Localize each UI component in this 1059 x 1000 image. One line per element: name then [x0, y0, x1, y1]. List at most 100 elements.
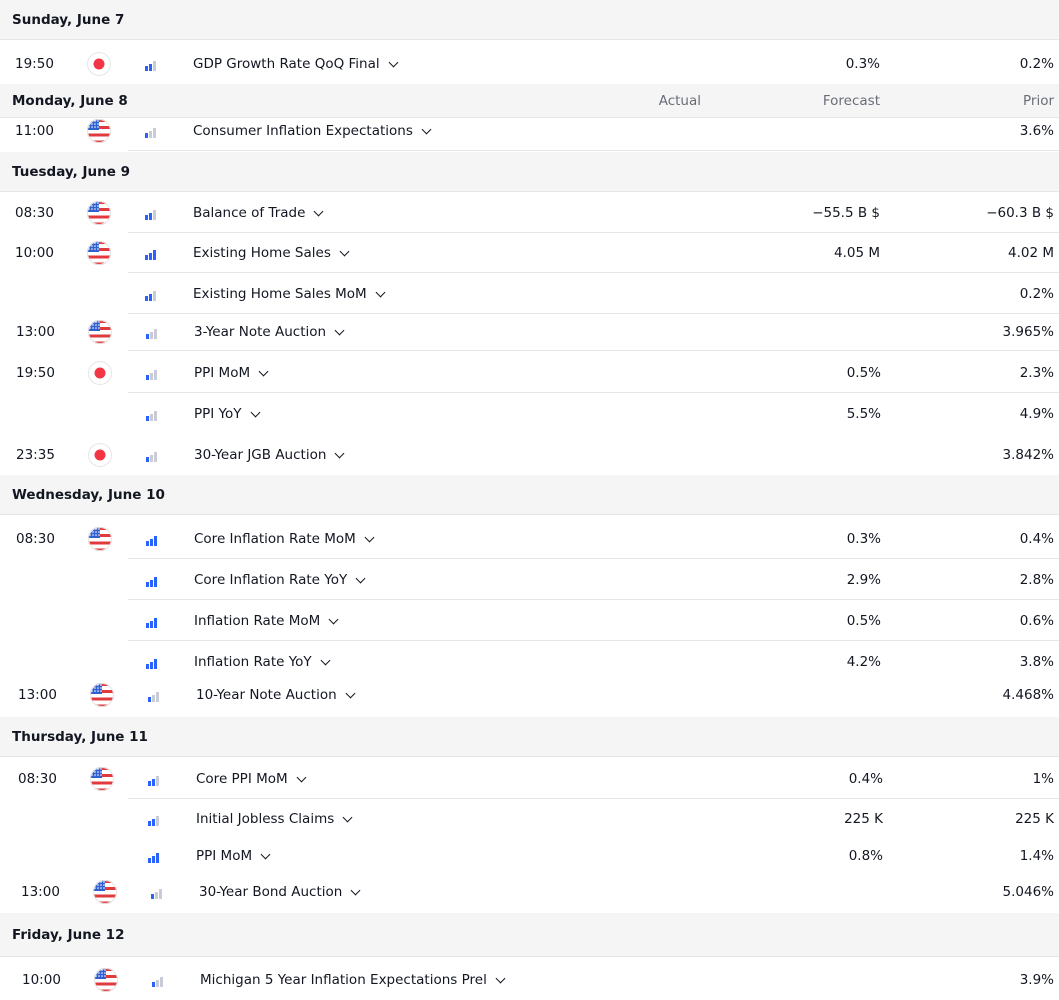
event-row[interactable]: Initial Jobless Claims 225 K 225 K	[0, 799, 1059, 839]
importance-bar	[154, 411, 157, 421]
event-name[interactable]: Balance of Trade	[193, 205, 324, 221]
event-name[interactable]: Inflation Rate YoY	[194, 654, 331, 670]
event-row[interactable]: 08:30 Balance of Trade −55.5 B $ −60.3 B $	[0, 193, 1059, 233]
event-name-label: Existing Home Sales MoM	[193, 286, 367, 302]
importance-bar	[156, 816, 159, 826]
chevron-down-icon[interactable]	[375, 287, 386, 297]
event-prior: 3.6%	[1019, 123, 1054, 139]
chevron-down-icon[interactable]	[421, 124, 432, 134]
event-row[interactable]: 19:50 GDP Growth Rate QoQ Final 0.3% 0.2%	[0, 44, 1059, 84]
importance-icon	[148, 851, 160, 863]
event-row[interactable]: 19:50 PPI MoM 0.5% 2.3%	[0, 353, 1059, 393]
importance-icon	[148, 774, 160, 786]
event-row[interactable]: 10:00 Existing Home Sales 4.05 M 4.02 M	[0, 233, 1059, 273]
importance-bar	[156, 692, 159, 702]
event-name[interactable]: 3-Year Note Auction	[194, 324, 345, 340]
chevron-down-icon[interactable]	[364, 532, 375, 542]
event-name[interactable]: Core Inflation Rate YoY	[194, 572, 366, 588]
event-row[interactable]: 13:00 10-Year Note Auction 4.468%	[0, 675, 1059, 715]
event-name[interactable]: GDP Growth Rate QoQ Final	[193, 56, 399, 72]
event-name-label: 30-Year Bond Auction	[199, 884, 343, 900]
chevron-down-icon[interactable]	[355, 573, 366, 583]
event-name[interactable]: 30-Year Bond Auction	[199, 884, 361, 900]
chevron-down-icon[interactable]	[328, 614, 339, 624]
event-row[interactable]: 11:00 Consumer Inflation Expectations 3.6%	[0, 111, 1059, 151]
event-prior: 0.4%	[1019, 531, 1054, 547]
chevron-down-icon[interactable]	[258, 366, 269, 376]
event-name[interactable]: PPI YoY	[194, 406, 260, 422]
jp-flag-icon	[88, 443, 112, 467]
chevron-down-icon[interactable]	[296, 772, 307, 782]
event-row[interactable]: 08:30 Core PPI MoM 0.4% 1%	[0, 759, 1059, 799]
chevron-down-icon[interactable]	[334, 448, 345, 458]
importance-icon	[146, 616, 158, 628]
event-name-label: PPI MoM	[196, 848, 253, 864]
event-name[interactable]: 30-Year JGB Auction	[194, 447, 345, 463]
day-label: Friday, June 12	[12, 926, 125, 943]
event-prior: 1%	[1032, 771, 1054, 787]
event-time: 10:00	[15, 245, 54, 261]
event-name[interactable]: Core PPI MoM	[196, 771, 307, 787]
column-header-prior[interactable]: Prior	[1023, 93, 1054, 109]
event-name[interactable]: Michigan 5 Year Inflation Expectations P…	[200, 972, 506, 988]
importance-bar	[149, 64, 152, 71]
importance-bar	[146, 623, 149, 628]
event-row[interactable]: Core Inflation Rate YoY 2.9% 2.8%	[0, 560, 1059, 600]
chevron-down-icon[interactable]	[260, 849, 271, 859]
event-row[interactable]: 23:35 30-Year JGB Auction 3.842%	[0, 435, 1059, 475]
importance-icon	[152, 975, 164, 987]
event-name[interactable]: 10-Year Note Auction	[196, 687, 356, 703]
event-name[interactable]: Existing Home Sales MoM	[193, 286, 386, 302]
importance-bar	[154, 659, 157, 669]
event-row[interactable]: 13:00 3-Year Note Auction 3.965%	[0, 313, 1059, 351]
chevron-down-icon[interactable]	[350, 885, 361, 895]
chevron-down-icon[interactable]	[342, 812, 353, 822]
us-flag-icon	[94, 968, 118, 992]
importance-bar	[149, 294, 152, 301]
event-name-label: Inflation Rate YoY	[194, 654, 312, 670]
event-name[interactable]: Consumer Inflation Expectations	[193, 123, 432, 139]
event-name[interactable]: PPI MoM	[196, 848, 271, 864]
chevron-down-icon[interactable]	[345, 688, 356, 698]
event-name[interactable]: Initial Jobless Claims	[196, 811, 353, 827]
importance-bar	[154, 618, 157, 628]
event-row[interactable]: Existing Home Sales MoM 0.2%	[0, 274, 1059, 314]
event-row[interactable]: PPI MoM 0.8% 1.4%	[0, 836, 1059, 876]
event-name[interactable]: Existing Home Sales	[193, 245, 350, 261]
importance-bar	[159, 889, 162, 899]
importance-bar	[146, 582, 149, 587]
chevron-down-icon[interactable]	[339, 246, 350, 256]
event-row[interactable]: Inflation Rate MoM 0.5% 0.6%	[0, 601, 1059, 641]
event-row[interactable]: 13:00 30-Year Bond Auction 5.046%	[0, 872, 1059, 912]
event-time: 23:35	[16, 447, 55, 463]
column-header-forecast[interactable]: Forecast	[823, 93, 880, 109]
importance-bar	[152, 982, 155, 987]
importance-icon	[146, 657, 158, 669]
chevron-down-icon[interactable]	[320, 655, 331, 665]
event-name[interactable]: PPI MoM	[194, 365, 269, 381]
importance-bar	[150, 580, 153, 587]
day-label: Monday, June 8	[12, 92, 128, 109]
event-name[interactable]: Inflation Rate MoM	[194, 613, 339, 629]
event-row[interactable]: 08:30 Core Inflation Rate MoM 0.3% 0.4%	[0, 519, 1059, 559]
event-name-label: 30-Year JGB Auction	[194, 447, 327, 463]
chevron-down-icon[interactable]	[313, 206, 324, 216]
chevron-down-icon[interactable]	[388, 57, 399, 67]
event-row[interactable]: PPI YoY 5.5% 4.9%	[0, 394, 1059, 434]
chevron-down-icon[interactable]	[250, 407, 260, 417]
us-flag-icon	[87, 241, 111, 265]
event-prior: 4.9%	[1019, 406, 1054, 422]
importance-bar	[145, 133, 148, 138]
column-header-actual[interactable]: Actual	[659, 93, 701, 109]
event-prior: 4.02 M	[1008, 245, 1054, 261]
importance-bar	[154, 329, 157, 339]
importance-bar	[149, 213, 152, 220]
event-name-label: 10-Year Note Auction	[196, 687, 337, 703]
event-name[interactable]: Core Inflation Rate MoM	[194, 531, 375, 547]
importance-icon	[146, 368, 158, 380]
event-row[interactable]: 10:00 Michigan 5 Year Inflation Expectati…	[0, 960, 1059, 1000]
day-label: Sunday, June 7	[12, 11, 125, 28]
event-time: 08:30	[15, 205, 54, 221]
chevron-down-icon[interactable]	[334, 325, 345, 335]
chevron-down-icon[interactable]	[495, 973, 506, 983]
